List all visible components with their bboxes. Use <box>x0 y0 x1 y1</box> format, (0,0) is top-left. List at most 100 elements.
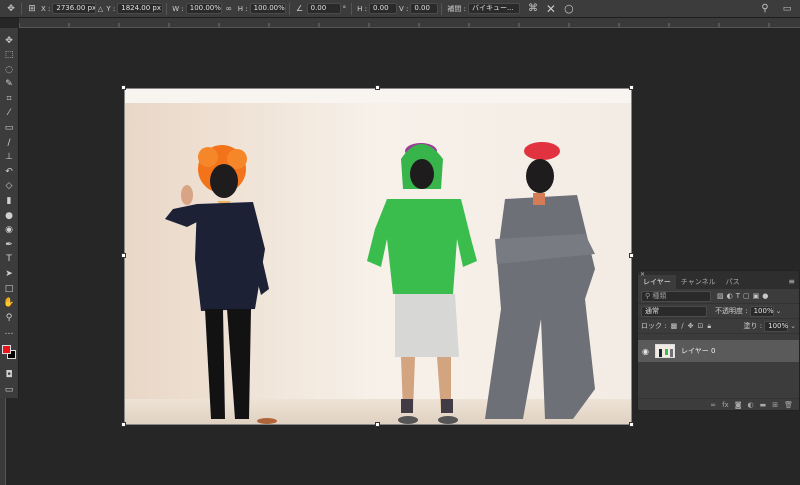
delta-icon[interactable]: △ <box>96 2 104 16</box>
transform-handle-top-left[interactable] <box>121 85 126 90</box>
fill-field[interactable]: 100% <box>764 320 788 332</box>
divider <box>351 2 353 15</box>
hand-tool-icon[interactable]: ✋ <box>2 297 16 311</box>
v-skew-field[interactable]: 0.00 <box>410 3 439 14</box>
link-layers-icon[interactable]: ∞ <box>710 401 716 409</box>
link-icon[interactable]: ∞ <box>222 2 236 16</box>
panel-menu-icon[interactable]: ≡ <box>788 277 795 286</box>
adjustment-layer-icon[interactable]: ◐ <box>748 401 754 409</box>
foreground-color-swatch[interactable] <box>2 345 11 355</box>
lock-all-icon[interactable]: 🔒︎ <box>707 322 711 331</box>
quick-mask-icon[interactable]: ◘ <box>2 368 16 382</box>
marquee-tool-icon[interactable]: ⬚ <box>2 49 16 63</box>
pen-tool-icon[interactable]: ✒ <box>2 238 16 252</box>
move-tool-icon[interactable]: ✥ <box>2 34 16 48</box>
layer-filter-row: ⚲ 種類 ▨ ◐ T ▢ ▣ ● <box>638 289 799 304</box>
angle-field[interactable]: 0.00 <box>306 3 341 14</box>
blend-opacity-row: 通常 不透明度 : 100% ⌄ <box>638 304 799 319</box>
dodge-tool-icon[interactable]: ◉ <box>2 224 16 238</box>
h-skew-label: H : <box>357 4 367 13</box>
document-canvas[interactable] <box>124 88 632 425</box>
layer-style-icon[interactable]: fx <box>722 401 729 409</box>
width-label: W : <box>172 4 184 13</box>
history-brush-tool-icon[interactable]: ↶ <box>2 165 16 179</box>
width-field[interactable]: 100.00% <box>185 3 222 14</box>
layer-name[interactable]: レイヤー 0 <box>681 346 715 356</box>
transform-handle-top-right[interactable] <box>629 85 634 90</box>
lasso-tool-icon[interactable]: ◌ <box>2 63 16 77</box>
type-tool-icon[interactable]: T <box>2 253 16 267</box>
h-skew-field[interactable]: 0.00 <box>368 3 397 14</box>
gradient-tool-icon[interactable]: ▮ <box>2 195 16 209</box>
fill-dropdown-icon[interactable]: ⌄ <box>790 322 796 330</box>
interpolation-select[interactable]: バイキュー... <box>467 3 520 14</box>
tab-paths[interactable]: パス <box>721 275 745 289</box>
divider <box>21 2 22 15</box>
layer-thumbnail-image <box>655 345 674 357</box>
add-mask-icon[interactable]: ◙ <box>735 401 742 409</box>
filter-kind-select[interactable]: ⚲ 種類 <box>641 290 711 302</box>
quick-selection-tool-icon[interactable]: ✎ <box>2 78 16 92</box>
layers-panel: レイヤー チャンネル パス ≡ ✕ ⚲ 種類 ▨ ◐ T ▢ ▣ ● 通常 不透… <box>637 270 800 411</box>
angle-icon: ∠ <box>296 4 304 13</box>
filter-kind-label: 種類 <box>652 291 667 300</box>
x-position-field[interactable]: 2736.00 px <box>52 3 97 14</box>
panel-close-icon[interactable]: ✕ <box>640 271 645 278</box>
transform-handle-middle-left[interactable] <box>121 253 126 258</box>
pixel-filter-icon[interactable]: ▨ <box>717 292 724 300</box>
opacity-dropdown-icon[interactable]: ⌄ <box>776 307 782 315</box>
clone-stamp-tool-icon[interactable]: ⊥ <box>2 151 16 165</box>
new-group-icon[interactable]: ▬ <box>760 401 767 409</box>
visibility-eye-icon[interactable]: ◉ <box>642 347 649 356</box>
rectangle-tool-icon[interactable]: □ <box>2 282 16 296</box>
transform-handle-middle-right[interactable] <box>629 253 634 258</box>
lock-artboard-icon[interactable]: ⊡ <box>697 322 703 330</box>
y-label: Y : <box>106 4 116 13</box>
height-field[interactable]: 100.00% <box>249 3 286 14</box>
workspace-icon[interactable]: ▭ <box>780 2 794 16</box>
tab-channels[interactable]: チャンネル <box>676 275 721 289</box>
transform-handle-bottom-center[interactable] <box>375 422 380 427</box>
new-layer-icon[interactable]: ⊞ <box>772 401 778 409</box>
eraser-tool-icon[interactable]: ◇ <box>2 180 16 194</box>
more-tools-icon[interactable]: … <box>2 326 16 340</box>
horizontal-ruler <box>19 18 800 28</box>
move-tool-icon[interactable]: ✥ <box>4 2 18 16</box>
smart-object-filter-icon[interactable]: ▣ <box>753 292 760 300</box>
search-icon[interactable]: ⚲ <box>758 2 772 16</box>
transform-handle-bottom-right[interactable] <box>629 422 634 427</box>
y-position-field[interactable]: 1824.00 px <box>117 3 164 14</box>
warp-icon[interactable]: ⌘ <box>526 2 540 16</box>
delete-layer-icon[interactable]: 🗑︎ <box>784 401 793 409</box>
type-filter-icon[interactable]: T <box>736 292 740 300</box>
transform-handle-bottom-left[interactable] <box>121 422 126 427</box>
eyedropper-tool-icon[interactable]: ⁄ <box>2 107 16 121</box>
commit-icon[interactable]: ○ <box>562 2 576 16</box>
screen-mode-icon[interactable]: ▭ <box>2 383 16 397</box>
lock-transparent-icon[interactable]: ▩ <box>671 322 678 330</box>
lock-image-icon[interactable]: ∕ <box>681 322 683 330</box>
divider <box>441 2 443 15</box>
cancel-icon[interactable]: ✕ <box>544 2 558 16</box>
adjustment-filter-icon[interactable]: ◐ <box>727 292 733 300</box>
healing-brush-tool-icon[interactable]: ▭ <box>2 122 16 136</box>
transform-handle-top-center[interactable] <box>375 85 380 90</box>
blend-mode-select[interactable]: 通常 <box>641 305 707 317</box>
path-selection-tool-icon[interactable]: ➤ <box>2 268 16 282</box>
interpolation-label: 補間 : <box>447 4 466 13</box>
fill-label: 塗り : <box>743 322 763 330</box>
v-skew-label: V : <box>398 4 409 13</box>
blur-tool-icon[interactable]: ● <box>2 209 16 223</box>
color-swatches[interactable] <box>1 342 17 362</box>
reference-point-icon[interactable]: ⊞ <box>25 2 39 16</box>
filter-toggle-icon[interactable]: ● <box>762 292 768 300</box>
options-bar: ✥ ⊞ X : 2736.00 px △ Y : 1824.00 px W : … <box>0 0 800 18</box>
brush-tool-icon[interactable]: ∕ <box>2 136 16 150</box>
layer-row[interactable]: ◉ レイヤー 0 <box>638 340 799 362</box>
filter-icons: ▨ ◐ T ▢ ▣ ● <box>717 292 768 300</box>
shape-filter-icon[interactable]: ▢ <box>743 292 750 300</box>
crop-tool-icon[interactable]: ⌗ <box>2 92 16 106</box>
lock-position-icon[interactable]: ✥ <box>688 322 694 330</box>
opacity-field[interactable]: 100% <box>749 305 774 317</box>
zoom-tool-icon[interactable]: ⚲ <box>2 311 16 325</box>
